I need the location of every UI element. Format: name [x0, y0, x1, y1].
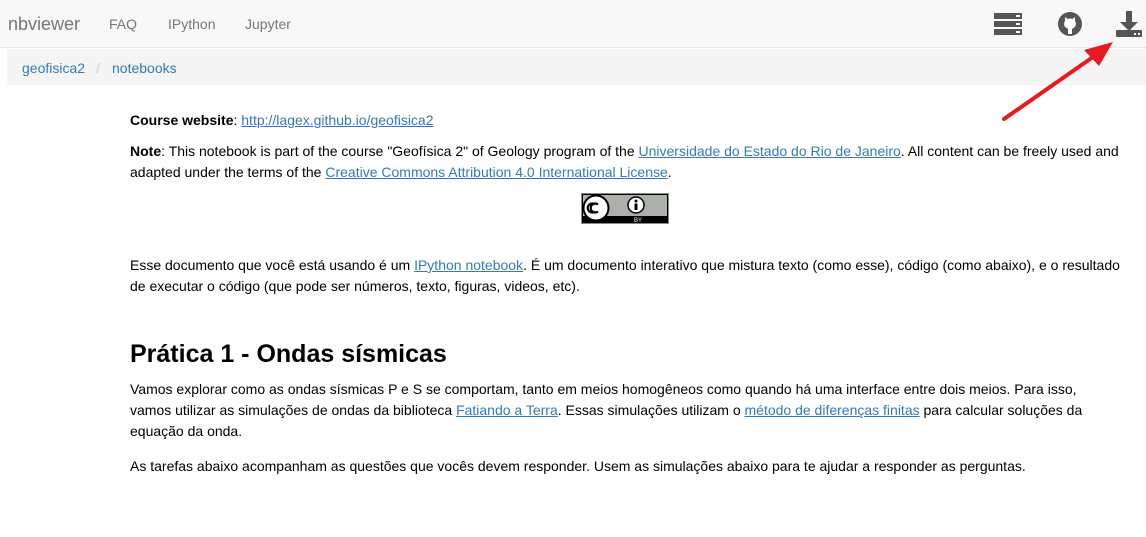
nav-link-faq[interactable]: FAQ — [109, 16, 137, 32]
course-website-label: Course website — [130, 112, 234, 128]
cc-badge-container: BY — [130, 193, 1120, 227]
explore-text-2: . Essas simulações utilizam o — [557, 402, 745, 418]
note-text-3: . — [667, 164, 672, 180]
cc-by-badge[interactable]: BY — [581, 193, 669, 224]
section-heading: Prática 1 - Ondas sísmicas — [130, 340, 447, 368]
tasks-paragraph: As tarefas abaixo acompanham as questões… — [130, 458, 1026, 474]
top-navbar: nbviewer FAQ IPython Jupyter — [0, 0, 1146, 48]
cc-license-link[interactable]: Creative Commons Attribution 4.0 Interna… — [325, 164, 667, 180]
course-website-line: Course website: http://lagex.github.io/g… — [130, 110, 1120, 131]
explore-paragraph: Vamos explorar como as ondas sísmicas P … — [130, 379, 1120, 442]
course-website-link[interactable]: http://lagex.github.io/geofisica2 — [241, 112, 433, 128]
breadcrumb-separator: / — [96, 60, 100, 76]
finite-differences-link[interactable]: método de diferenças finitas — [745, 402, 920, 418]
github-icon[interactable] — [1055, 9, 1085, 39]
nav-link-jupyter[interactable]: Jupyter — [245, 16, 291, 32]
brand-link[interactable]: nbviewer — [8, 14, 80, 35]
notebook-content: Course website: http://lagex.github.io/g… — [130, 110, 1120, 487]
breadcrumb-item-geofisica2[interactable]: geofisica2 — [22, 60, 85, 76]
fatiando-link[interactable]: Fatiando a Terra — [456, 402, 558, 418]
uerj-link[interactable]: Universidade do Estado do Rio de Janeiro — [639, 143, 901, 159]
breadcrumb: geofisica2 / notebooks — [7, 49, 1146, 85]
intro-text-1: Esse documento que você está usando é um — [130, 257, 415, 273]
nav-link-ipython[interactable]: IPython — [168, 16, 215, 32]
intro-paragraph: Esse documento que você está usando é um… — [130, 255, 1120, 297]
note-label: Note — [130, 143, 162, 159]
note-paragraph: Note: This notebook is part of the cours… — [130, 141, 1120, 183]
breadcrumb-item-notebooks[interactable]: notebooks — [112, 60, 177, 76]
server-icon[interactable] — [993, 9, 1023, 39]
ipython-notebook-link[interactable]: IPython notebook — [414, 257, 523, 273]
note-text-1: : This notebook is part of the course "G… — [161, 143, 639, 159]
download-icon[interactable] — [1114, 9, 1144, 39]
cc-by-label: BY — [634, 218, 642, 224]
